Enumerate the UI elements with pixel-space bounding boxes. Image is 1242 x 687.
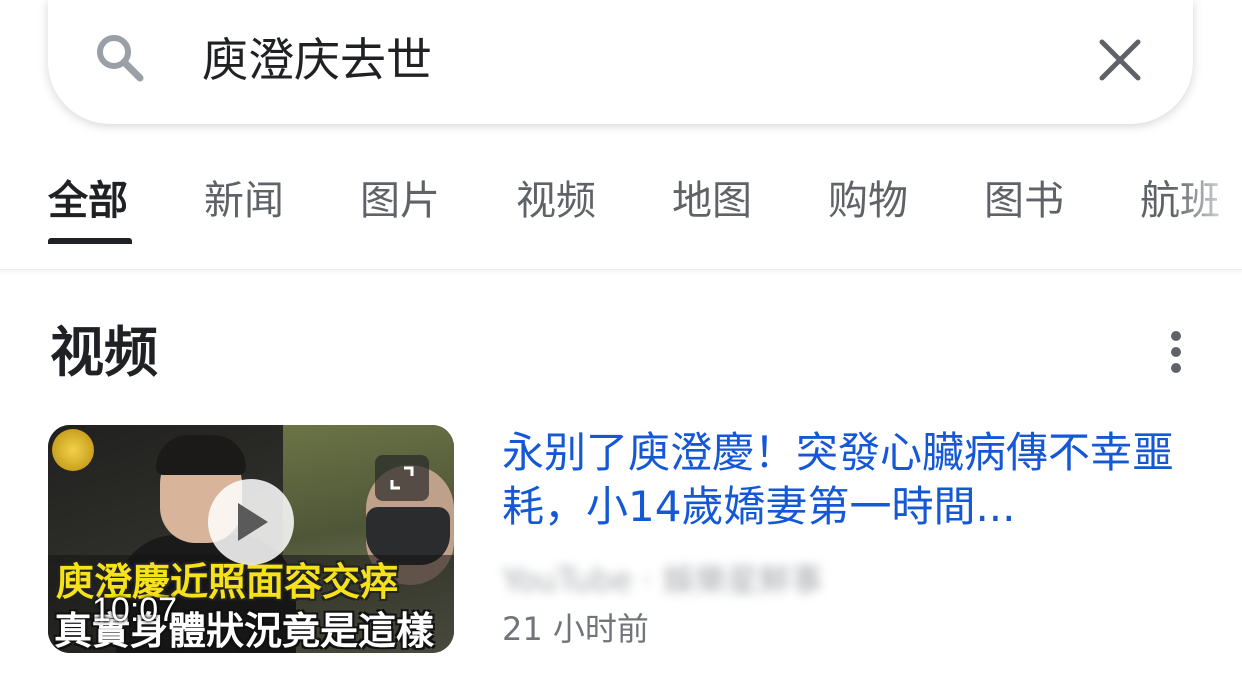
section-title: 视频 (50, 321, 158, 384)
tab-shopping[interactable]: 购物 (828, 175, 908, 227)
expand-icon[interactable] (375, 455, 429, 501)
search-input[interactable]: 庾澄庆去世 (202, 30, 432, 90)
video-source: YouTube · 娛樂星鮮事 (502, 561, 823, 599)
video-timestamp: 21 小时前 (502, 610, 649, 648)
active-tab-indicator (48, 238, 132, 244)
tab-images[interactable]: 图片 (360, 175, 440, 227)
play-icon (238, 503, 268, 541)
more-vert-icon[interactable] (1162, 328, 1190, 376)
channel-logo-badge (52, 429, 94, 471)
close-icon[interactable] (1096, 36, 1144, 84)
tab-news[interactable]: 新闻 (204, 175, 284, 227)
search-icon[interactable] (92, 30, 148, 86)
play-button[interactable] (208, 479, 294, 565)
video-duration: 10:07 (92, 591, 178, 629)
video-title-link[interactable]: 永别了庾澄慶！突發心臟病傳不幸噩耗，小14歲嬌妻第一時間... (502, 426, 1202, 534)
search-tabs: 全部 新闻 图片 视频 地图 购物 图书 航班 (0, 160, 1242, 270)
tab-all[interactable]: 全部 (48, 175, 128, 227)
tab-videos[interactable]: 视频 (516, 175, 596, 227)
video-thumbnail[interactable]: 庾澄慶近照面容交瘁 真實身體狀況竟是這樣 10:07 (48, 425, 454, 653)
tab-books[interactable]: 图书 (984, 175, 1064, 227)
thumbnail-person-hair (156, 435, 246, 475)
tab-flights[interactable]: 航班 (1140, 175, 1220, 227)
tab-maps[interactable]: 地图 (672, 175, 752, 227)
search-bar[interactable]: 庾澄庆去世 (48, 0, 1193, 124)
